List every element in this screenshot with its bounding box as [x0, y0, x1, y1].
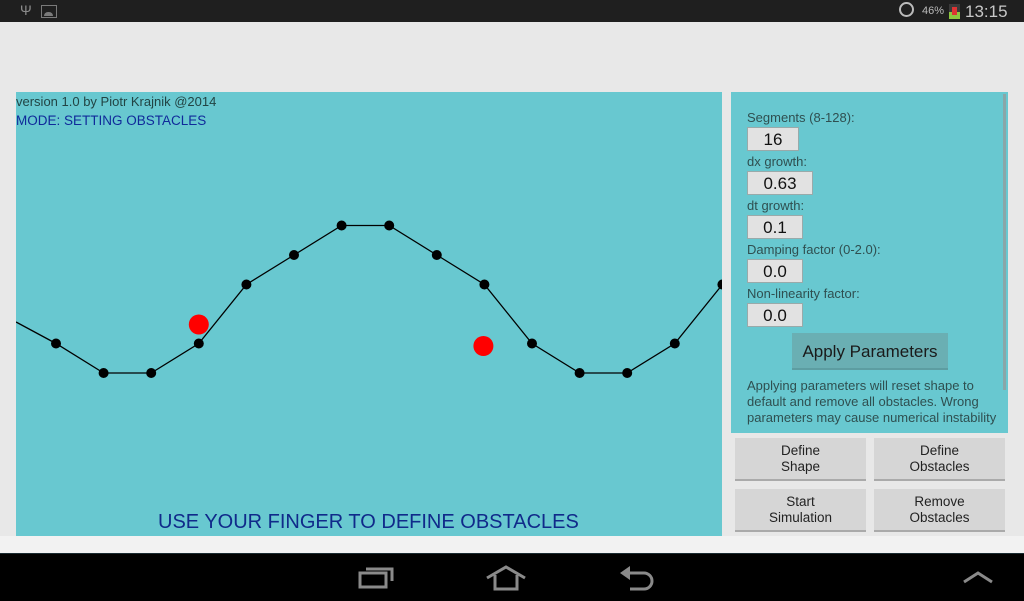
- curve-node[interactable]: [336, 220, 347, 231]
- string-curve: [16, 220, 722, 378]
- menu-up-icon[interactable]: [962, 570, 994, 584]
- parameters-panel[interactable]: Segments (8-128): 16 dx growth: 0.63 dt …: [731, 92, 1008, 433]
- status-bar: Ψ 46% 13:15: [0, 0, 1024, 22]
- curve-node[interactable]: [193, 338, 204, 349]
- curve-node[interactable]: [622, 368, 633, 378]
- remove-obstacles-label-1: Remove: [914, 493, 965, 509]
- damping-input[interactable]: 0.0: [747, 259, 803, 283]
- nonlinearity-label: Non-linearity factor:: [747, 286, 860, 301]
- define-shape-button[interactable]: Define Shape: [735, 438, 866, 481]
- navigation-bar: [0, 553, 1024, 601]
- back-icon[interactable]: [618, 564, 656, 592]
- segments-input[interactable]: 16: [747, 127, 799, 151]
- curve-node[interactable]: [431, 250, 442, 260]
- home-icon[interactable]: [485, 564, 527, 592]
- segments-label: Segments (8-128):: [747, 110, 855, 125]
- curve-node[interactable]: [146, 368, 157, 378]
- bottom-strip: [0, 536, 1024, 553]
- curve-node[interactable]: [669, 338, 680, 349]
- apply-parameters-button[interactable]: Apply Parameters: [792, 333, 948, 370]
- define-obstacles-label-1: Define: [919, 442, 960, 458]
- parameters-note: Applying parameters will reset shape to …: [747, 378, 997, 425]
- curve-node[interactable]: [289, 250, 299, 260]
- start-simulation-label-2: Simulation: [768, 509, 833, 525]
- obstacle[interactable]: [473, 336, 494, 356]
- dx-growth-label: dx growth:: [747, 154, 807, 169]
- alarm-clock-icon: [899, 2, 914, 17]
- define-obstacles-label-2: Obstacles: [909, 458, 970, 474]
- start-simulation-button[interactable]: Start Simulation: [735, 489, 866, 532]
- define-shape-label-2: Shape: [780, 458, 821, 474]
- dx-growth-input[interactable]: 0.63: [747, 171, 813, 195]
- remove-obstacles-button[interactable]: Remove Obstacles: [874, 489, 1005, 532]
- panel-scrollbar[interactable]: [1003, 94, 1006, 390]
- version-text: version 1.0 by Piotr Krajnik @2014: [16, 94, 217, 109]
- gallery-icon: [41, 5, 57, 18]
- simulation-canvas[interactable]: version 1.0 by Piotr Krajnik @2014 MODE:…: [16, 92, 722, 536]
- mode-text: MODE: SETTING OBSTACLES: [16, 113, 207, 128]
- usb-icon: Ψ: [20, 2, 32, 18]
- curve-node[interactable]: [527, 338, 537, 349]
- curve-node[interactable]: [574, 368, 585, 378]
- define-obstacles-button[interactable]: Define Obstacles: [874, 438, 1005, 481]
- damping-label: Damping factor (0-2.0):: [747, 242, 881, 257]
- curve-node[interactable]: [51, 338, 61, 349]
- battery-charging-icon: [949, 4, 960, 19]
- remove-obstacles-label-2: Obstacles: [909, 509, 970, 525]
- curve-node[interactable]: [384, 220, 395, 231]
- curve-node[interactable]: [241, 279, 252, 290]
- clock: 13:15: [965, 2, 1008, 21]
- battery-percent: 46%: [922, 5, 945, 17]
- obstacle[interactable]: [188, 314, 209, 335]
- hint-text: USE YOUR FINGER TO DEFINE OBSTACLES: [158, 511, 579, 533]
- nonlinearity-input[interactable]: 0.0: [747, 303, 803, 327]
- start-simulation-label-1: Start: [786, 493, 815, 509]
- curve-node[interactable]: [479, 279, 490, 290]
- dt-growth-label: dt growth:: [747, 198, 805, 213]
- dt-growth-input[interactable]: 0.1: [747, 215, 803, 239]
- define-shape-label-1: Define: [780, 442, 821, 458]
- curve-node[interactable]: [98, 368, 109, 378]
- curve-node[interactable]: [717, 279, 722, 290]
- curve-line: [16, 224, 722, 374]
- recent-apps-icon[interactable]: [358, 565, 396, 591]
